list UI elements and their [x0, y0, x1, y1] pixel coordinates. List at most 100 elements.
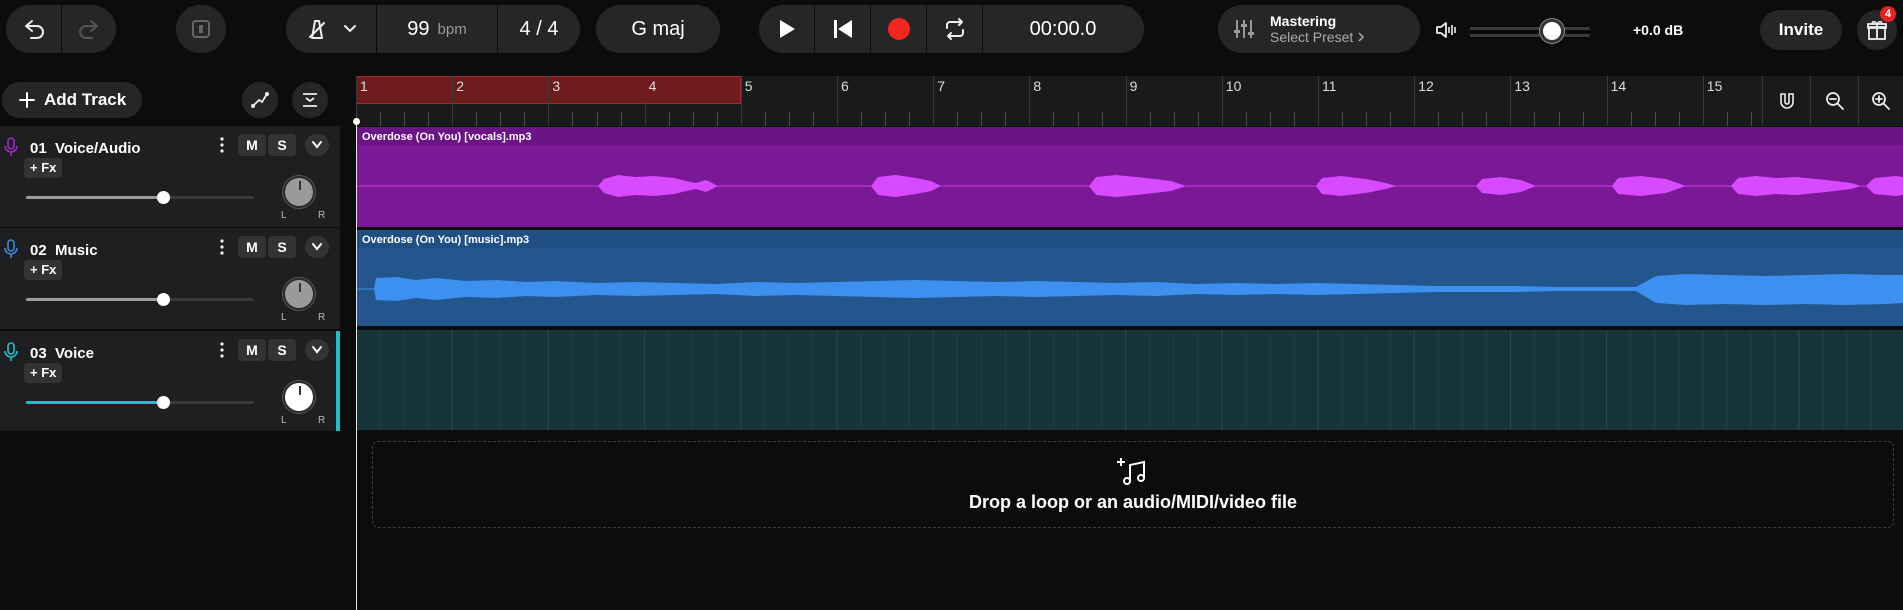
snap-magnet-icon[interactable] [1762, 76, 1810, 126]
bar-number: 8 [1033, 78, 1042, 94]
track-number: 02 [30, 242, 47, 259]
bar-number: 15 [1706, 78, 1723, 94]
undo-icon[interactable] [6, 5, 61, 53]
beat-tick [981, 112, 983, 126]
volume-handle[interactable] [156, 191, 170, 204]
bar-line [1221, 76, 1223, 126]
invite-button[interactable]: Invite [1760, 10, 1842, 50]
mute-button[interactable]: M [238, 134, 266, 156]
bar-number: 9 [1129, 78, 1138, 94]
track-volume-slider[interactable] [26, 396, 254, 409]
master-volume-handle[interactable] [1539, 19, 1564, 43]
track-height-button[interactable] [292, 82, 328, 118]
add-fx-button[interactable]: + Fx [24, 158, 63, 178]
record-icon [887, 18, 910, 40]
zoom-out-icon[interactable] [1810, 76, 1858, 126]
key-button[interactable]: G maj [596, 5, 720, 53]
pan-knob[interactable] [283, 381, 315, 413]
volume-fill [26, 196, 163, 199]
more-options-icon[interactable] [218, 136, 226, 154]
volume-fill [26, 298, 163, 301]
bar-line [1029, 76, 1031, 126]
beat-tick [1101, 112, 1103, 126]
track-expand-button[interactable] [305, 339, 329, 361]
add-fx-button[interactable]: + Fx [24, 363, 63, 383]
track-expand-button[interactable] [305, 236, 329, 258]
automation-button[interactable] [242, 82, 278, 118]
master-volume-slider[interactable] [1470, 19, 1590, 43]
more-options-icon[interactable] [218, 341, 226, 359]
metronome-button[interactable] [286, 5, 376, 53]
pan-knob[interactable] [283, 176, 315, 208]
tempo-value: 99 [407, 17, 430, 40]
add-track-button[interactable]: Add Track [2, 82, 142, 118]
mute-button[interactable]: M [238, 236, 266, 258]
bar-number: 14 [1610, 78, 1627, 94]
add-track-label: Add Track [44, 90, 127, 109]
track-header-1[interactable]: 01 Voice/Audio + Fx M S L R [0, 126, 340, 228]
mastering-button[interactable]: Mastering Select Preset [1218, 5, 1420, 53]
tempo-field[interactable]: 99 bpm [377, 5, 497, 53]
timeline-ruler[interactable]: 1 2 3 4 5 6 7 8 9 10 11 12 13 14 15 [356, 76, 1903, 126]
bar-number: 4 [648, 78, 657, 94]
volume-handle[interactable] [156, 293, 170, 306]
lane-vocals[interactable]: Overdose (On You) [vocals].mp3 [356, 127, 1903, 227]
pan-right-label: R [318, 210, 326, 221]
record-button[interactable] [871, 5, 926, 53]
microphone-icon[interactable] [4, 342, 18, 362]
clip-name: Overdose (On You) [music].mp3 [362, 234, 530, 246]
playhead[interactable] [356, 118, 357, 610]
beat-tick [1245, 112, 1247, 126]
track-title[interactable]: 01 Voice/Audio [30, 140, 141, 157]
beat-tick [380, 112, 382, 126]
bar-number: 11 [1322, 78, 1337, 94]
solo-button[interactable]: S [268, 134, 296, 156]
loop-button[interactable] [927, 5, 982, 53]
bar-line [837, 76, 838, 126]
rewind-button[interactable] [815, 5, 870, 53]
undo-redo-group [6, 5, 116, 53]
zoom-in-icon[interactable] [1858, 76, 1903, 126]
play-button[interactable] [759, 5, 814, 53]
pan-knob[interactable] [283, 278, 315, 310]
beat-tick [1269, 112, 1271, 126]
playhead-handle[interactable] [353, 118, 360, 125]
track-header-3[interactable]: 03 Voice + Fx M S L R [0, 331, 340, 433]
mute-button[interactable]: M [238, 339, 266, 361]
solo-button[interactable]: S [268, 339, 296, 361]
track-volume-slider[interactable] [26, 293, 254, 306]
pan-left-label: L [281, 415, 287, 426]
lane-music[interactable]: Overdose (On You) [music].mp3 [356, 230, 1903, 326]
microphone-icon[interactable] [4, 137, 18, 157]
track-number: 01 [30, 140, 47, 157]
track-title[interactable]: 02 Music [30, 242, 98, 259]
more-options-icon[interactable] [218, 238, 226, 256]
microphone-icon[interactable] [4, 239, 18, 259]
beat-tick [1630, 112, 1632, 126]
volume-handle[interactable] [156, 396, 170, 409]
bar-line [1318, 76, 1319, 126]
track-list-empty-area [0, 431, 340, 610]
track-expand-button[interactable] [305, 134, 329, 156]
time-signature-field[interactable]: 4 / 4 [498, 5, 580, 53]
track-volume-slider[interactable] [26, 191, 254, 204]
solo-button[interactable]: S [268, 236, 296, 258]
bar-number: 1 [360, 78, 368, 94]
track-header-2[interactable]: 02 Music + Fx M S L R [0, 228, 340, 330]
drop-zone[interactable]: Drop a loop or an audio/MIDI/video file [372, 441, 1894, 528]
bar-line [740, 76, 742, 126]
speaker-icon[interactable] [1433, 18, 1459, 42]
redo-icon[interactable] [62, 5, 116, 53]
badge-count: 4 [1884, 8, 1892, 20]
clip-vocals[interactable]: Overdose (On You) [vocals].mp3 [356, 127, 1903, 227]
beat-tick [428, 112, 430, 126]
panel-toggle-icon [192, 20, 210, 38]
bar-line [1125, 76, 1127, 126]
automation-icon [251, 92, 269, 108]
gain-readout: +0.0 dB [1633, 22, 1684, 38]
lane-voice[interactable] [356, 330, 1903, 430]
track-title[interactable]: 03 Voice [30, 345, 94, 362]
beat-tick [1293, 112, 1295, 126]
add-fx-button[interactable]: + Fx [24, 260, 63, 280]
panel-toggle-button[interactable] [176, 5, 226, 53]
